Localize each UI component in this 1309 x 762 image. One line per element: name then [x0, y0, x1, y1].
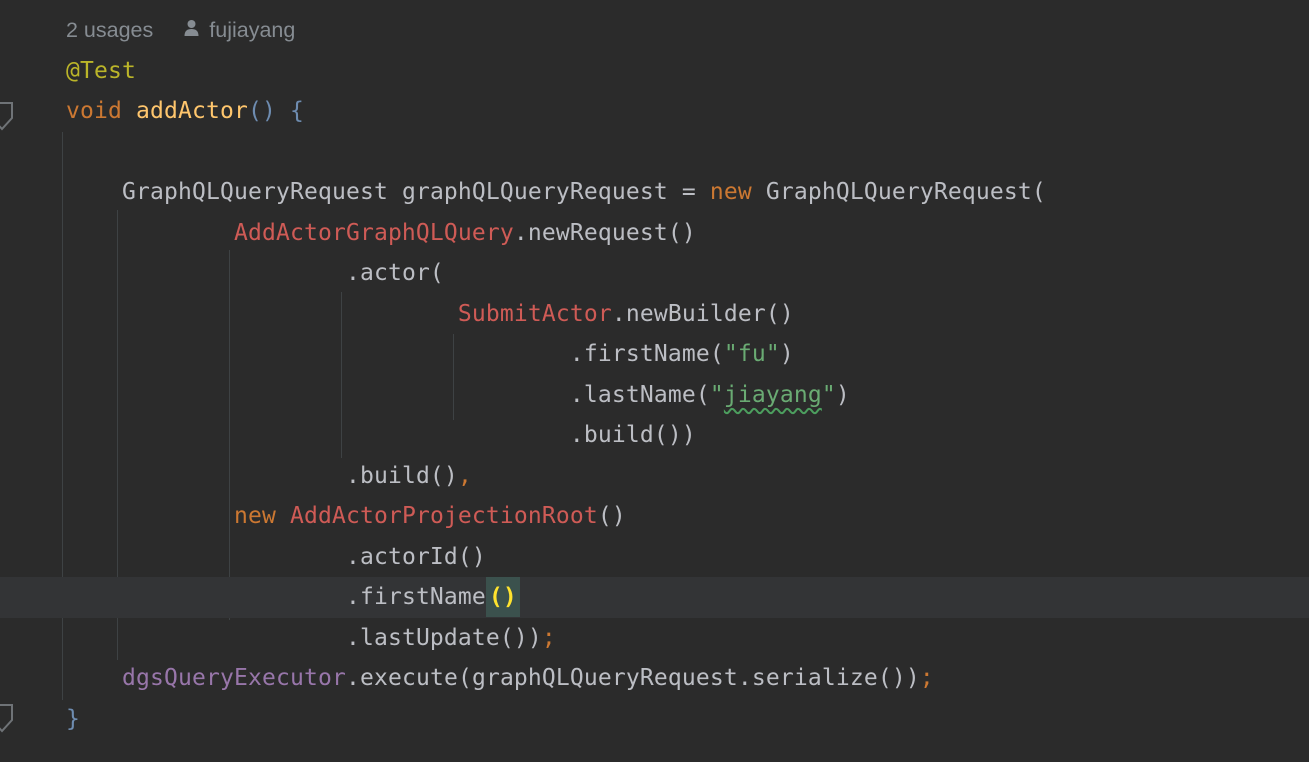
code-line-8[interactable]: .firstName("fu") [0, 334, 1309, 375]
code-token[interactable]: () [248, 98, 276, 124]
code-line-11[interactable]: .build(), [0, 456, 1309, 497]
author-name[interactable]: fujiayang [209, 10, 295, 51]
code-token[interactable]: SubmitActor [458, 301, 612, 327]
code-token[interactable]: ) [780, 341, 794, 367]
code-token[interactable]: ; [542, 625, 556, 651]
code-token[interactable]: "fu" [724, 341, 780, 367]
code-token[interactable]: .build() [346, 463, 458, 489]
code-line-4[interactable]: GraphQLQueryRequest graphQLQueryRequest … [0, 172, 1309, 213]
code-line-6[interactable]: .actor( [0, 253, 1309, 294]
code-token[interactable]: .lastName( [570, 382, 710, 408]
code-line-3[interactable] [0, 132, 1309, 173]
code-token[interactable]: .execute(graphQLQueryRequest.serialize()… [346, 665, 920, 691]
code-token[interactable]: " [822, 382, 836, 408]
code-token[interactable]: new [234, 503, 276, 529]
code-indent [66, 544, 346, 570]
code-token[interactable]: .firstName [346, 584, 486, 610]
code-indent [66, 422, 570, 448]
code-indent [66, 179, 122, 205]
code-token[interactable]: () [598, 503, 626, 529]
author-inlay[interactable]: fujiayang [183, 10, 295, 51]
code-indent [66, 260, 346, 286]
code-token[interactable]: { [290, 98, 304, 124]
code-line-9[interactable]: .lastName("jiayang") [0, 375, 1309, 416]
code-token[interactable]: dgsQueryExecutor [122, 665, 346, 691]
code-token[interactable] [276, 503, 290, 529]
code-line-12[interactable]: new AddActorProjectionRoot() [0, 496, 1309, 537]
code-token[interactable]: .actorId() [346, 544, 486, 570]
code-line-13[interactable]: .actorId() [0, 537, 1309, 578]
code-token[interactable]: ) [836, 382, 850, 408]
code-token[interactable]: @Test [66, 58, 136, 84]
code-line-5[interactable]: AddActorGraphQLQuery.newRequest() [0, 213, 1309, 254]
code-indent [66, 220, 234, 246]
editor-lines[interactable]: 2 usages fujiayang @Test void addActor() … [0, 10, 1309, 739]
code-line-16[interactable]: dgsQueryExecutor.execute(graphQLQueryReq… [0, 658, 1309, 699]
code-token[interactable] [276, 98, 290, 124]
code-token[interactable]: addActor [136, 98, 248, 124]
code-line-1[interactable]: @Test [0, 51, 1309, 92]
person-icon [183, 10, 200, 51]
code-token[interactable]: .lastUpdate()) [346, 625, 542, 651]
code-token[interactable]: } [66, 706, 80, 732]
code-line-2[interactable]: void addActor() { [0, 91, 1309, 132]
gutter-marker-icon[interactable] [0, 101, 14, 135]
code-vision-inlay: 2 usages fujiayang [0, 10, 1309, 51]
code-token[interactable]: jiayang [724, 382, 822, 408]
code-token[interactable]: new [710, 179, 752, 205]
code-indent [66, 625, 346, 651]
code-token[interactable]: .actor( [346, 260, 444, 286]
code-token[interactable]: , [458, 463, 472, 489]
gutter-marker-icon[interactable] [0, 703, 14, 737]
code-line-14[interactable]: .firstName() [0, 577, 1309, 618]
code-token[interactable]: .newBuilder() [612, 301, 794, 327]
code-token[interactable]: .newRequest() [514, 220, 696, 246]
code-token[interactable]: AddActorProjectionRoot [290, 503, 598, 529]
code-token[interactable]: GraphQLQueryRequest graphQLQueryRequest … [122, 179, 710, 205]
code-line-10[interactable]: .build()) [0, 415, 1309, 456]
code-line-7[interactable]: SubmitActor.newBuilder() [0, 294, 1309, 335]
code-token[interactable]: () [486, 577, 520, 617]
code-token[interactable]: .build()) [570, 422, 696, 448]
code-token[interactable]: .firstName( [570, 341, 724, 367]
code-indent [66, 463, 346, 489]
code-line-15[interactable]: .lastUpdate()); [0, 618, 1309, 659]
code-indent [66, 503, 234, 529]
code-token[interactable]: void [66, 98, 122, 124]
code-token[interactable]: AddActorGraphQLQuery [234, 220, 514, 246]
code-token[interactable]: GraphQLQueryRequest( [752, 179, 1046, 205]
code-editor[interactable]: 2 usages fujiayang @Test void addActor() … [0, 0, 1309, 762]
code-token[interactable] [122, 98, 136, 124]
code-token[interactable]: ; [920, 665, 934, 691]
code-indent [66, 584, 346, 610]
usages-inlay[interactable]: 2 usages [66, 10, 153, 51]
code-indent [66, 382, 570, 408]
code-indent [66, 341, 570, 367]
code-line-17[interactable]: } [0, 699, 1309, 740]
code-indent [66, 301, 458, 327]
code-token[interactable]: " [710, 382, 724, 408]
code-indent [66, 665, 122, 691]
